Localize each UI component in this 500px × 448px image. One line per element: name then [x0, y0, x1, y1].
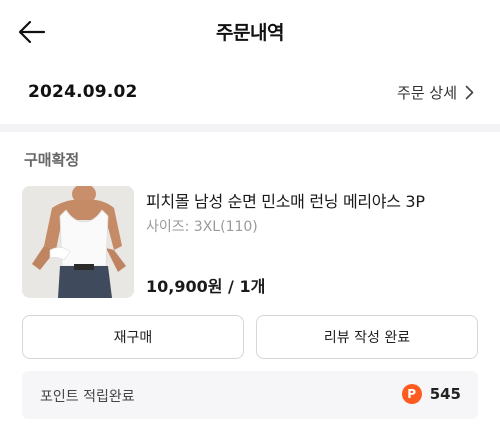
header: 주문내역 [0, 0, 500, 64]
points-box: 포인트 적립완료 P 545 [22, 371, 478, 419]
section-divider [0, 124, 500, 132]
order-detail-label: 주문 상세 [397, 84, 457, 102]
page-title: 주문내역 [216, 22, 284, 44]
order-status: 구매확정 [24, 151, 80, 169]
order-date: 2024.09.02 [28, 82, 138, 102]
points-label: 포인트 적립완료 [40, 389, 135, 405]
price-quantity: 10,900원 / 1개 [146, 277, 266, 296]
product-option: 사이즈: 3XL(110) [146, 219, 258, 235]
order-row: 2024.09.02 주문 상세 [0, 72, 500, 116]
point-badge-icon: P [401, 384, 422, 404]
rebuy-button[interactable]: 재구매 [22, 315, 244, 359]
order-detail-link[interactable]: 주문 상세 [397, 82, 474, 103]
product-image[interactable] [22, 186, 134, 298]
points-value-group: P 545 [401, 384, 461, 404]
chevron-right-icon [465, 85, 474, 100]
product-photo [22, 186, 134, 298]
points-value: 545 [429, 385, 461, 403]
product-name[interactable]: 피치몰 남성 순면 민소매 런닝 메리야스 3P [146, 188, 425, 212]
review-complete-button[interactable]: 리뷰 작성 완료 [256, 315, 478, 359]
